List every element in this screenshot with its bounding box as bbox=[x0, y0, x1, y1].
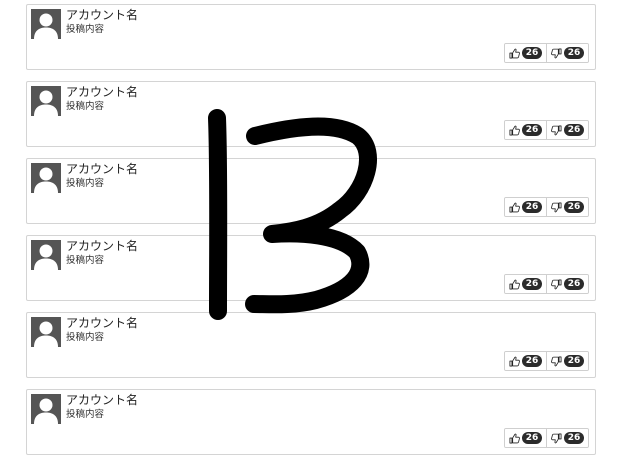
dislike-count: 26 bbox=[564, 432, 584, 444]
user-avatar-icon[interactable] bbox=[31, 9, 61, 39]
like-count: 26 bbox=[522, 278, 542, 290]
thumbs-down-icon bbox=[551, 202, 562, 213]
post-content: 投稿内容 bbox=[66, 178, 105, 189]
post-content: 投稿内容 bbox=[66, 255, 105, 266]
post-card: アカウント名 投稿内容 26 26 bbox=[26, 81, 596, 147]
like-count: 26 bbox=[522, 201, 542, 213]
vote-group: 26 26 bbox=[504, 428, 589, 448]
like-count: 26 bbox=[522, 124, 542, 136]
account-name[interactable]: アカウント名 bbox=[66, 393, 138, 407]
user-avatar-icon[interactable] bbox=[31, 163, 61, 193]
thumbs-down-icon bbox=[551, 433, 562, 444]
dislike-button[interactable]: 26 bbox=[546, 275, 588, 293]
vote-group: 26 26 bbox=[504, 120, 589, 140]
dislike-count: 26 bbox=[564, 355, 584, 367]
thumbs-down-icon bbox=[551, 356, 562, 367]
like-count: 26 bbox=[522, 432, 542, 444]
dislike-button[interactable]: 26 bbox=[546, 198, 588, 216]
thumbs-up-icon bbox=[509, 279, 520, 290]
post-card: アカウント名 投稿内容 26 26 bbox=[26, 312, 596, 378]
post-card: アカウント名 投稿内容 26 26 bbox=[26, 158, 596, 224]
thumbs-down-icon bbox=[551, 279, 562, 290]
like-button[interactable]: 26 bbox=[505, 44, 546, 62]
thumbs-up-icon bbox=[509, 356, 520, 367]
vote-group: 26 26 bbox=[504, 351, 589, 371]
like-button[interactable]: 26 bbox=[505, 429, 546, 447]
thumbs-down-icon bbox=[551, 125, 562, 136]
vote-group: 26 26 bbox=[504, 197, 589, 217]
post-feed: アカウント名 投稿内容 26 26 アカウント名 投稿内容 26 26 アカウン… bbox=[26, 4, 596, 466]
account-name[interactable]: アカウント名 bbox=[66, 162, 138, 176]
thumbs-up-icon bbox=[509, 48, 520, 59]
user-avatar-icon[interactable] bbox=[31, 240, 61, 270]
post-card: アカウント名 投稿内容 26 26 bbox=[26, 235, 596, 301]
vote-group: 26 26 bbox=[504, 43, 589, 63]
post-content: 投稿内容 bbox=[66, 101, 105, 112]
post-card: アカウント名 投稿内容 26 26 bbox=[26, 4, 596, 70]
like-button[interactable]: 26 bbox=[505, 352, 546, 370]
user-avatar-icon[interactable] bbox=[31, 317, 61, 347]
like-button[interactable]: 26 bbox=[505, 121, 546, 139]
account-name[interactable]: アカウント名 bbox=[66, 8, 138, 22]
user-avatar-icon[interactable] bbox=[31, 394, 61, 424]
dislike-count: 26 bbox=[564, 124, 584, 136]
like-button[interactable]: 26 bbox=[505, 275, 546, 293]
post-content: 投稿内容 bbox=[66, 409, 105, 420]
dislike-count: 26 bbox=[564, 278, 584, 290]
account-name[interactable]: アカウント名 bbox=[66, 85, 138, 99]
like-button[interactable]: 26 bbox=[505, 198, 546, 216]
vote-group: 26 26 bbox=[504, 274, 589, 294]
account-name[interactable]: アカウント名 bbox=[66, 239, 138, 253]
dislike-button[interactable]: 26 bbox=[546, 121, 588, 139]
user-avatar-icon[interactable] bbox=[31, 86, 61, 116]
thumbs-up-icon bbox=[509, 202, 520, 213]
thumbs-up-icon bbox=[509, 125, 520, 136]
account-name[interactable]: アカウント名 bbox=[66, 316, 138, 330]
dislike-button[interactable]: 26 bbox=[546, 44, 588, 62]
like-count: 26 bbox=[522, 47, 542, 59]
post-content: 投稿内容 bbox=[66, 24, 105, 35]
post-content: 投稿内容 bbox=[66, 332, 105, 343]
dislike-count: 26 bbox=[564, 47, 584, 59]
dislike-button[interactable]: 26 bbox=[546, 352, 588, 370]
post-card: アカウント名 投稿内容 26 26 bbox=[26, 389, 596, 455]
thumbs-down-icon bbox=[551, 48, 562, 59]
like-count: 26 bbox=[522, 355, 542, 367]
dislike-count: 26 bbox=[564, 201, 584, 213]
thumbs-up-icon bbox=[509, 433, 520, 444]
dislike-button[interactable]: 26 bbox=[546, 429, 588, 447]
